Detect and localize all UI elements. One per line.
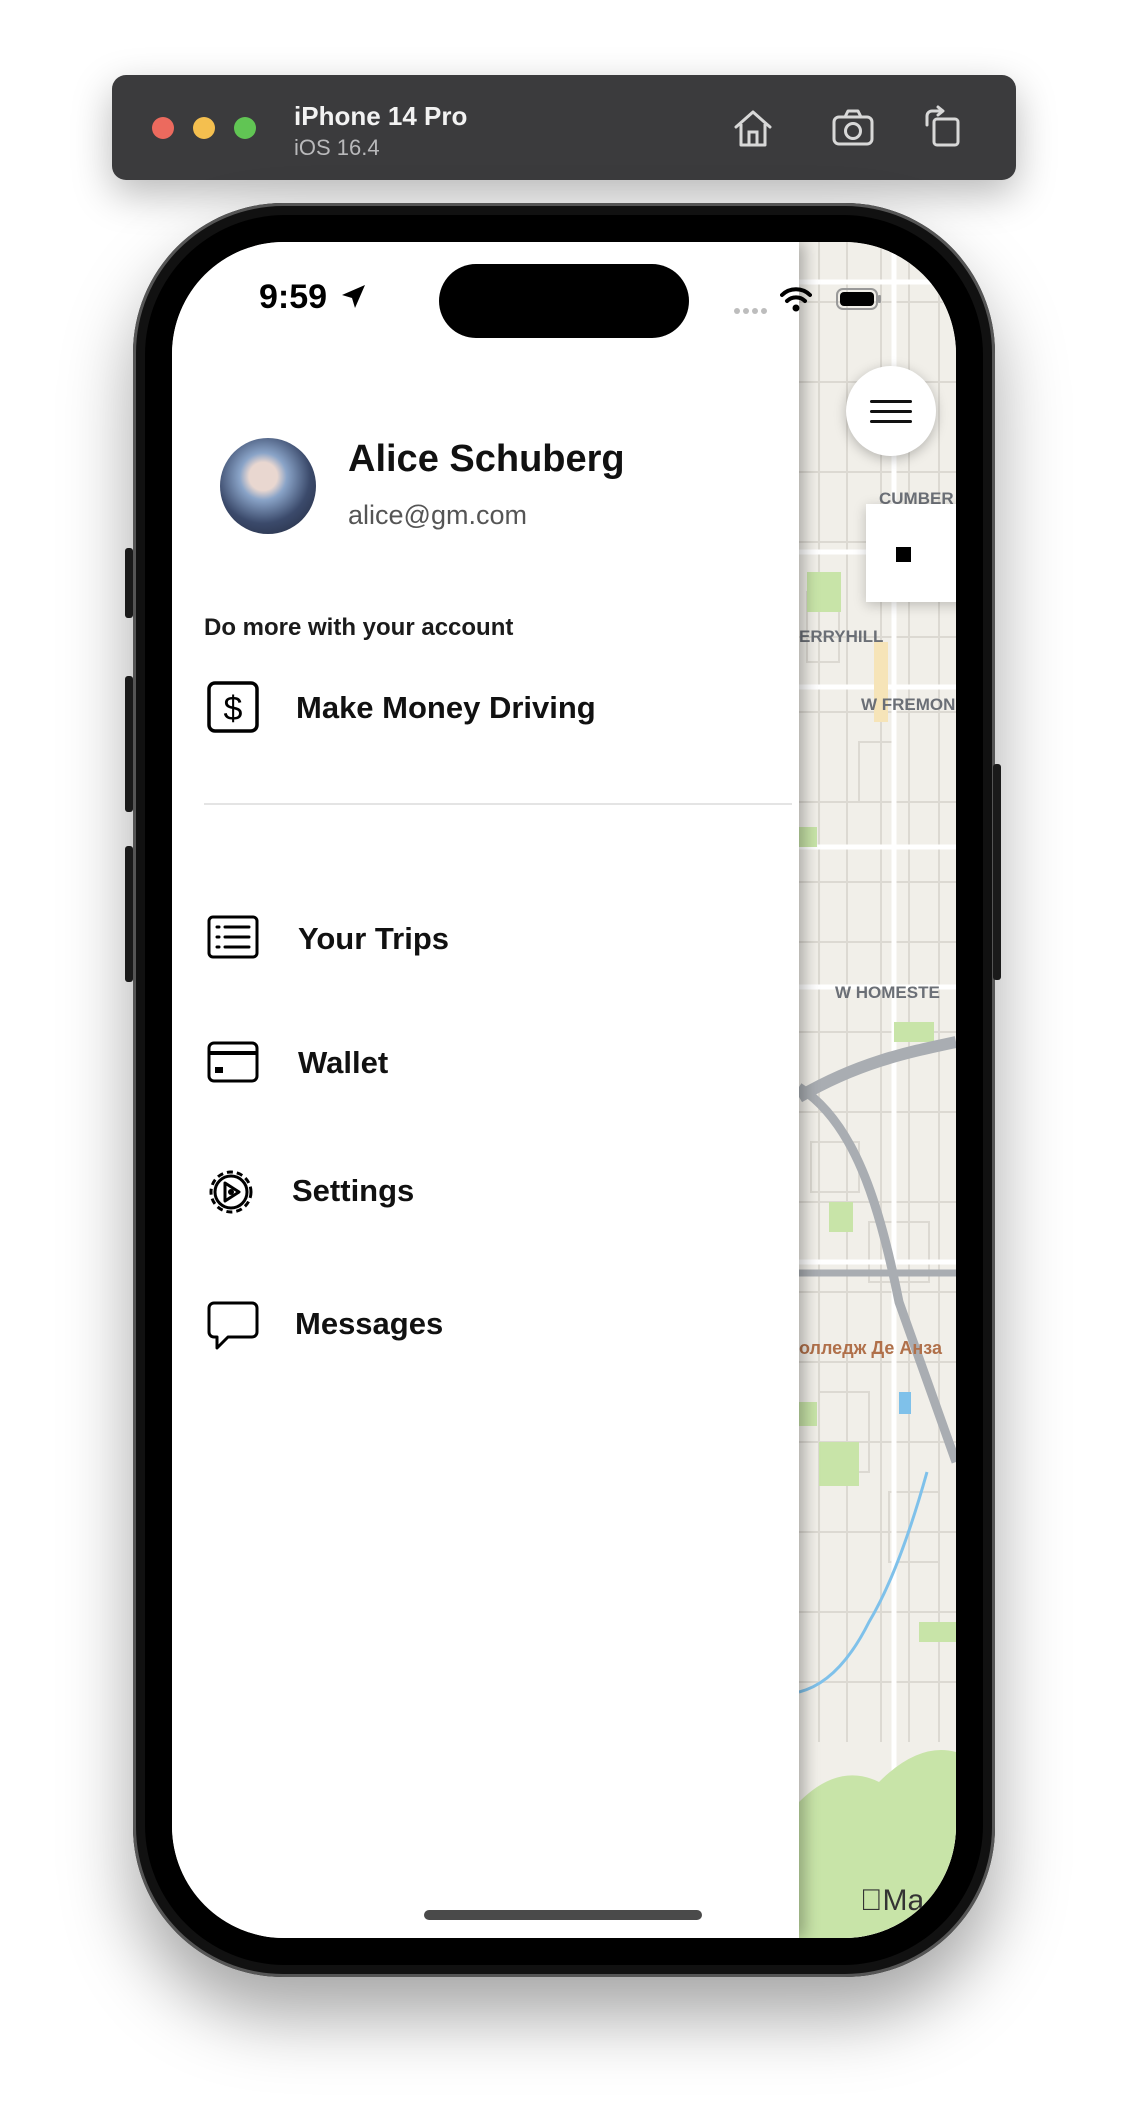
account-section-title: Do more with your account <box>204 614 514 641</box>
menu-item-label: Settings <box>292 1173 415 1208</box>
location-arrow-icon <box>342 285 365 308</box>
wallet-card-icon <box>207 1041 259 1083</box>
apple-maps-logo[interactable]: Ma <box>860 1884 924 1918</box>
device-os-version: iOS 16.4 <box>294 135 380 160</box>
map-college-label: олледж Де Анза <box>799 1338 943 1358</box>
avatar[interactable] <box>220 438 316 534</box>
minimize-window-button[interactable] <box>193 117 215 139</box>
home-icon[interactable] <box>730 105 776 151</box>
dollar-sign-icon: $ <box>207 681 259 733</box>
trips-list-icon <box>207 915 259 959</box>
volume-up-button[interactable] <box>125 676 133 812</box>
gear-icon <box>209 1170 253 1214</box>
message-bubble-icon <box>207 1301 259 1350</box>
map-street-label: W HOMESTE <box>835 983 940 1002</box>
map-view[interactable]: CUMBER ERRYHILL W FREMON W HOMESTE оллед… <box>795 242 956 1938</box>
close-window-button[interactable] <box>152 117 174 139</box>
menu-item-label: Messages <box>295 1306 444 1341</box>
menu-item-label: Your Trips <box>298 921 450 956</box>
phone-screen: CUMBER ERRYHILL W FREMON W HOMESTE оллед… <box>172 242 956 1938</box>
stop-icon <box>896 547 911 562</box>
simulator-toolbar: iPhone 14 Pro iOS 16.4 <box>112 75 1016 180</box>
screenshot-icon[interactable] <box>830 105 876 151</box>
profile-name: Alice Schuberg <box>348 438 625 480</box>
volume-down-button[interactable] <box>125 846 133 982</box>
stop-button[interactable] <box>866 504 956 602</box>
battery-icon <box>836 288 881 310</box>
zoom-window-button[interactable] <box>234 117 256 139</box>
profile-email: alice@gm.com <box>348 500 527 530</box>
rotate-icon[interactable] <box>920 105 966 151</box>
device-name: iPhone 14 Pro <box>294 101 468 131</box>
action-button[interactable] <box>125 548 133 618</box>
map-canvas: CUMBER ERRYHILL W FREMON W HOMESTE оллед… <box>795 242 956 1938</box>
section-divider <box>204 803 792 805</box>
side-drawer: 9:59 Alice Schuberg alice@gm.com Do more… <box>172 242 881 1938</box>
cellular-signal-icon <box>734 301 770 319</box>
map-street-label: W FREMON <box>861 695 955 714</box>
maps-attribution: Ma <box>860 1884 925 1917</box>
home-indicator[interactable] <box>424 1910 702 1920</box>
menu-item-label: Wallet <box>298 1045 389 1080</box>
map-street-label: ERRYHILL <box>799 627 883 646</box>
make-money-driving-label: Make Money Driving <box>296 690 596 725</box>
svg-text:$: $ <box>224 690 243 728</box>
status-time: 9:59 <box>259 278 328 316</box>
menu-toggle-button[interactable] <box>846 366 936 456</box>
dynamic-island <box>439 264 689 338</box>
wifi-icon <box>780 287 812 312</box>
power-button[interactable] <box>993 764 1001 980</box>
